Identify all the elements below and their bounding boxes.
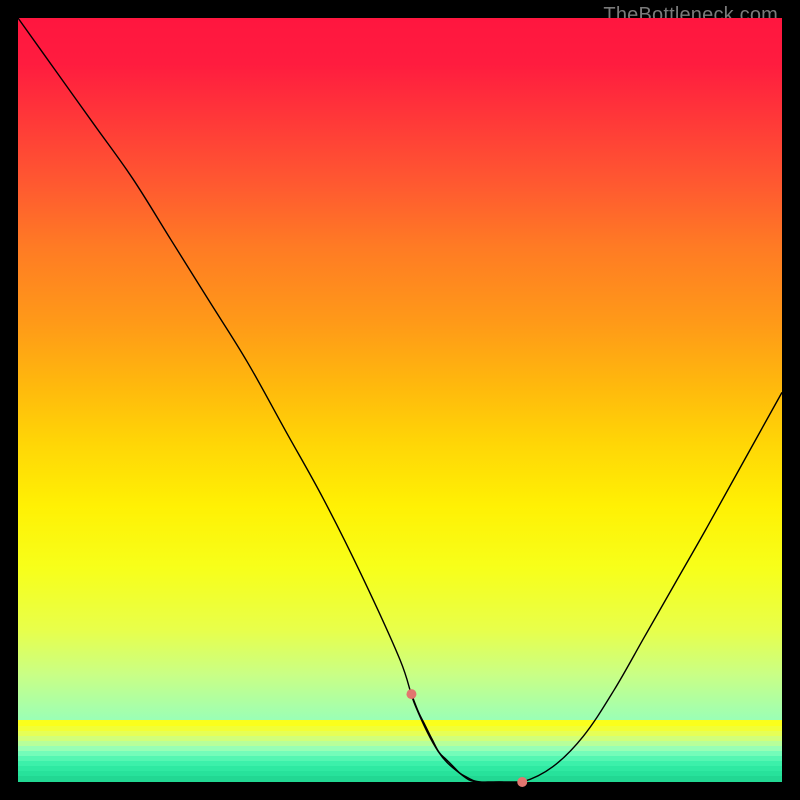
plot-area	[18, 18, 782, 782]
curve-highlight	[406, 689, 527, 787]
curve-svg	[18, 18, 782, 782]
curve-line	[18, 18, 782, 783]
chart-stage: TheBottleneck.com	[0, 0, 800, 800]
